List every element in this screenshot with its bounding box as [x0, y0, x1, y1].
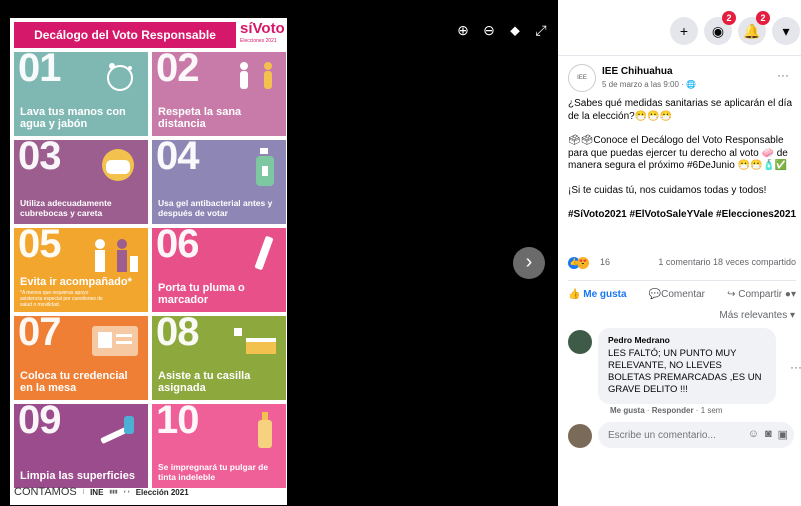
family-icon — [95, 239, 138, 272]
avatar-dropdown-icon: ●▾ — [784, 289, 796, 300]
comment-sort[interactable]: Más relevantes ▾ — [719, 310, 795, 321]
viewer-toolbar: ⊕ ⊖ ⬥ ⤢ — [455, 22, 549, 38]
decalogo-tile-05: 05 Evita ir acompañado* *A menos que req… — [14, 228, 148, 312]
composer-tools: ☺ ◙ ▣ — [748, 428, 788, 441]
post-header: IEE IEE Chihuahua 5 de marzo a las 9:00 … — [568, 64, 793, 94]
comment-text: LES FALTÓ; UN PUNTO MUY RELEVANTE, NO LL… — [608, 348, 762, 395]
love-reaction-icon: 😍 — [577, 257, 589, 269]
post-paragraph: ¡Si te cuidas tú, nos cuidamos todas y t… — [568, 184, 767, 196]
comment-like-link[interactable]: Me gusta — [610, 406, 645, 415]
iee-logo: ▮▮▮ — [109, 489, 118, 495]
post-hashtags[interactable]: #SíVoto2021 #ElVotoSaleYVale #Elecciones… — [568, 209, 798, 222]
cleaning-icon — [100, 416, 134, 444]
chevron-down-icon: ▾ — [782, 23, 790, 39]
sivoto-logo: síVoto Elecciones 2021 — [240, 20, 285, 44]
messenger-badge: 2 — [722, 11, 736, 25]
comment-button[interactable]: 💬Comentar — [649, 289, 705, 300]
separator: | — [82, 489, 85, 495]
post-actions: 👍 Me gusta 💬Comentar ↪ Compartir ●▾ — [568, 280, 796, 302]
facemask-icon — [102, 149, 134, 181]
commenter-avatar[interactable] — [568, 330, 592, 354]
comment-reply-link[interactable]: Responder — [652, 406, 694, 415]
polling-station-icon — [234, 328, 276, 354]
page-avatar[interactable]: IEE — [568, 64, 596, 92]
decalogo-tile-10: 10 Se impregnará tu pulgar de tinta inde… — [152, 404, 286, 488]
post-text: ¿Sabes qué medidas sanitarias se aplicar… — [568, 98, 798, 234]
like-button[interactable]: 👍 Me gusta — [568, 289, 627, 300]
account-menu-button[interactable]: ▾ — [772, 17, 800, 45]
comment-options-icon[interactable]: ··· — [790, 360, 801, 374]
top-bar: + ◉ 2 🔔 2 ▾ — [558, 0, 801, 56]
notifications-button[interactable]: 🔔 2 — [738, 11, 770, 45]
decalogo-tile-07: 07 Coloca tu credencial en la mesa — [14, 316, 148, 400]
tag-icon[interactable]: ⬥ — [507, 22, 523, 38]
zoom-in-icon[interactable]: ⊕ — [455, 22, 471, 38]
decalogo-tile-01: 01 Lava tus manos con agua y jabón — [14, 52, 148, 136]
post-panel: + ◉ 2 🔔 2 ▾ IEE IEE Chihuahua 5 de marzo… — [558, 0, 801, 506]
next-photo-button[interactable]: › — [513, 247, 545, 279]
more-options-icon[interactable]: ··· — [777, 68, 789, 82]
distance-icon — [240, 62, 272, 89]
page-name[interactable]: IEE Chihuahua — [602, 66, 673, 77]
reactions-bar: 👍😍 16 1 comentario 18 veces compartido — [568, 254, 796, 272]
post-paragraph: ¿Sabes qué medidas sanitarias se aplicar… — [568, 98, 793, 122]
post-paragraph: 🗳🗳Conoce el Decálogo del Voto Responsabl… — [568, 135, 788, 171]
decalogo-tile-06: 06 Porta tu pluma o marcador — [152, 228, 286, 312]
gif-icon[interactable]: ▣ — [778, 428, 788, 441]
comment-icon: 💬 — [648, 289, 662, 300]
reaction-count[interactable]: 16 — [600, 257, 610, 267]
handwash-icon — [107, 63, 133, 91]
thumbs-up-icon: 👍 — [568, 289, 581, 300]
notifications-badge: 2 — [756, 11, 770, 25]
poster-title: Decálogo del Voto Responsable — [14, 22, 236, 48]
poster-image: Decálogo del Voto Responsable síVoto Ele… — [10, 18, 287, 505]
camera-icon[interactable]: ◙ — [765, 428, 772, 441]
zoom-out-icon[interactable]: ⊖ — [481, 22, 497, 38]
decalogo-tile-02: 02 Respeta la sana distancia — [152, 52, 286, 136]
comment-bubble: Pedro Medrano LES FALTÓ; UN PUNTO MUY RE… — [598, 328, 776, 404]
post-stats[interactable]: 1 comentario 18 veces compartido — [658, 257, 796, 267]
partner-logo: ◐◑ — [123, 489, 130, 495]
messenger-button[interactable]: ◉ 2 — [704, 11, 736, 45]
decalogo-tile-08: 08 Asiste a tu casilla asignada — [152, 316, 286, 400]
user-avatar — [568, 424, 592, 448]
decalogo-tile-03: 03 Utiliza adecuadamente cubrebocas y ca… — [14, 140, 148, 224]
reaction-icons[interactable]: 👍😍 — [568, 256, 589, 269]
pen-icon — [254, 236, 274, 270]
decalogo-tile-04: 04 Usa gel antibacterial antes y después… — [152, 140, 286, 224]
share-icon: ↪ — [727, 289, 736, 300]
comment-time[interactable]: 1 sem — [701, 406, 723, 415]
hand-sanitizer-icon — [256, 148, 274, 186]
poster-footer: CONTAMOS | INE ▮▮▮ ◐◑ Elección 2021 — [14, 486, 189, 498]
share-button[interactable]: ↪ Compartir ●▾ — [727, 289, 796, 300]
create-button[interactable]: + — [670, 17, 698, 45]
fullscreen-icon[interactable]: ⤢ — [533, 22, 549, 38]
comment-composer: ☺ ◙ ▣ — [568, 422, 796, 450]
photo-viewer: Decálogo del Voto Responsable síVoto Ele… — [0, 0, 558, 506]
messenger-icon: ◉ — [711, 23, 725, 39]
id-card-icon — [92, 326, 138, 356]
comment-actions: Me gusta · Responder · 1 sem — [610, 406, 723, 415]
bell-icon: 🔔 — [743, 23, 761, 39]
emoji-icon[interactable]: ☺ — [748, 428, 759, 441]
ink-bottle-icon — [258, 412, 272, 448]
decalogo-tile-09: 09 Limpia las superficies — [14, 404, 148, 488]
post-date[interactable]: 5 de marzo a las 9:00 · 🌐 — [602, 80, 696, 89]
comment-author[interactable]: Pedro Medrano — [608, 334, 766, 346]
